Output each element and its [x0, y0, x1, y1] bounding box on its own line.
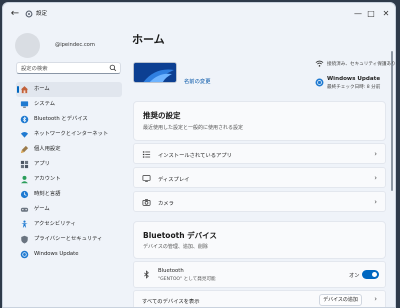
close-button[interactable]: ✕: [379, 7, 393, 20]
chevron-right-icon: ›: [374, 198, 377, 206]
recommended-title: 推奨の設定: [143, 111, 181, 120]
home-icon: [20, 86, 29, 94]
recommended-subtitle: 最近使用した設定と一般的に使用される設定: [143, 125, 244, 131]
minimize-button[interactable]: —: [351, 7, 365, 20]
wifi-icon: [315, 60, 324, 67]
rename-link[interactable]: 名前の変更: [184, 77, 211, 85]
sidebar-item-accounts[interactable]: アカウント: [16, 172, 122, 187]
windows-update-icon: [20, 250, 29, 259]
chevron-right-icon: ›: [374, 150, 377, 158]
device-wallpaper-thumbnail: [133, 62, 177, 83]
sidebar-item-network[interactable]: ネットワークとインターネット: [16, 127, 122, 142]
settings-search[interactable]: [16, 62, 121, 74]
apps-icon: [20, 160, 29, 169]
settings-app-icon: [25, 10, 33, 18]
bluetooth-toggle-row: Bluetooth "GENTOO" として発見可能 オン: [133, 261, 386, 288]
windows-bloom-image: [134, 63, 176, 82]
bluetooth-toggle-label: オン: [349, 273, 360, 279]
maximize-button[interactable]: □: [364, 7, 378, 20]
bluetooth-devices-card: Bluetooth デバイス デバイスの管理、追加、削除: [133, 221, 386, 259]
personalization-icon: [20, 145, 29, 154]
sidebar-item-apps[interactable]: アプリ: [16, 157, 122, 172]
camera-icon: [142, 199, 151, 206]
network-status-text: 接続済み、セキュリティ保護あり: [327, 62, 396, 67]
user-email: @ipeindec.com: [55, 42, 95, 48]
search-icon[interactable]: [109, 64, 117, 72]
sidebar-item-time-language[interactable]: 時刻と言語: [16, 187, 122, 202]
recommended-row-camera[interactable]: カメラ ›: [133, 191, 386, 212]
update-sync-icon: [315, 78, 324, 87]
window-title: 設定: [36, 11, 48, 17]
installed-apps-icon: [142, 151, 151, 158]
display-icon: [142, 175, 151, 183]
back-button[interactable]: ←: [9, 8, 21, 20]
title-bar: ← 設定 — □ ✕: [3, 3, 395, 25]
chevron-right-icon: ›: [374, 295, 377, 303]
add-device-button[interactable]: デバイスの追加: [319, 294, 362, 306]
sidebar-item-system[interactable]: システム: [16, 97, 122, 112]
bluetooth-icon: [144, 270, 149, 279]
recommended-settings-card: 推奨の設定 最近使用した設定と一般的に使用される設定: [133, 101, 386, 141]
sidebar-item-accessibility[interactable]: アクセシビリティ: [16, 217, 122, 232]
view-all-devices-label: すべてのデバイスを表示: [142, 299, 200, 305]
sidebar-item-privacy[interactable]: プライバシーとセキュリティ: [16, 232, 122, 247]
windows-update-last-check: 最終チェック日時: 8 分前: [327, 85, 381, 90]
recommended-row-display[interactable]: ディスプレイ ›: [133, 167, 386, 188]
view-all-devices-row[interactable]: すべてのデバイスを表示 デバイスの追加 ›: [133, 290, 386, 307]
bluetooth-devices-title: Bluetooth デバイス: [143, 231, 217, 240]
privacy-shield-icon: [21, 235, 28, 244]
sidebar-item-home[interactable]: ホーム: [16, 82, 122, 97]
user-avatar[interactable]: [15, 33, 40, 58]
bluetooth-discoverable-text: "GENTOO" として発見可能: [158, 277, 216, 282]
accessibility-icon: [21, 220, 28, 229]
windows-update-title: Windows Update: [327, 76, 381, 82]
sidebar-item-gaming[interactable]: ゲーム: [16, 202, 122, 217]
recommended-row-installed-apps[interactable]: インストールされているアプリ ›: [133, 143, 386, 164]
time-language-icon: [20, 190, 29, 199]
page-title: ホーム: [132, 33, 165, 46]
bluetooth-name: Bluetooth: [158, 268, 184, 274]
scrollbar[interactable]: [391, 51, 393, 191]
sidebar-nav: ホーム システム Bluetooth とデバイス ネットワークとインターネット: [16, 82, 122, 262]
bluetooth-toggle[interactable]: [362, 270, 379, 279]
bluetooth-icon: [20, 115, 29, 124]
chevron-right-icon: ›: [374, 174, 377, 182]
sidebar-item-personalization[interactable]: 個人用設定: [16, 142, 122, 157]
system-icon: [20, 101, 29, 108]
search-input[interactable]: [21, 64, 109, 73]
sidebar-item-bluetooth[interactable]: Bluetooth とデバイス: [16, 112, 122, 127]
accounts-icon: [21, 175, 28, 184]
network-icon: [20, 132, 29, 138]
gaming-icon: [20, 207, 29, 212]
settings-window: ← 設定 — □ ✕ @ipeindec.com ホーム: [2, 2, 396, 308]
bluetooth-devices-subtitle: デバイスの管理、追加、削除: [143, 244, 208, 250]
sidebar-item-windows-update[interactable]: Windows Update: [16, 247, 122, 262]
